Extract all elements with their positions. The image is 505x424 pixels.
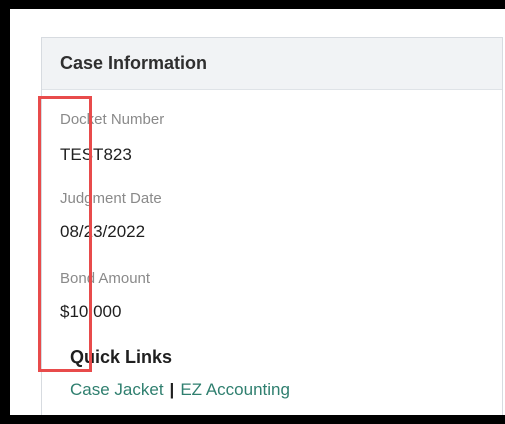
link-separator: | (169, 380, 175, 399)
docket-number-label: Docket Number (60, 111, 165, 128)
panel-title: Case Information (60, 53, 208, 73)
judgment-date-label: Judgment Date (60, 190, 162, 207)
case-information-panel: Case Information Docket Number TEST823 J… (41, 37, 503, 415)
judgment-date-value: 08/23/2022 (60, 222, 146, 241)
screen-area: Case Information Docket Number TEST823 J… (10, 9, 505, 415)
case-jacket-link[interactable]: Case Jacket (70, 380, 164, 399)
quick-links-row: Case Jacket | EZ Accounting (70, 380, 290, 400)
quick-links-title: Quick Links (70, 347, 173, 367)
bond-amount-value: $10,000 (60, 302, 122, 321)
bond-amount-label: Bond Amount (60, 270, 151, 287)
docket-number-value: TEST823 (60, 145, 132, 164)
ez-accounting-link[interactable]: EZ Accounting (180, 380, 290, 399)
panel-header: Case Information (42, 38, 502, 90)
